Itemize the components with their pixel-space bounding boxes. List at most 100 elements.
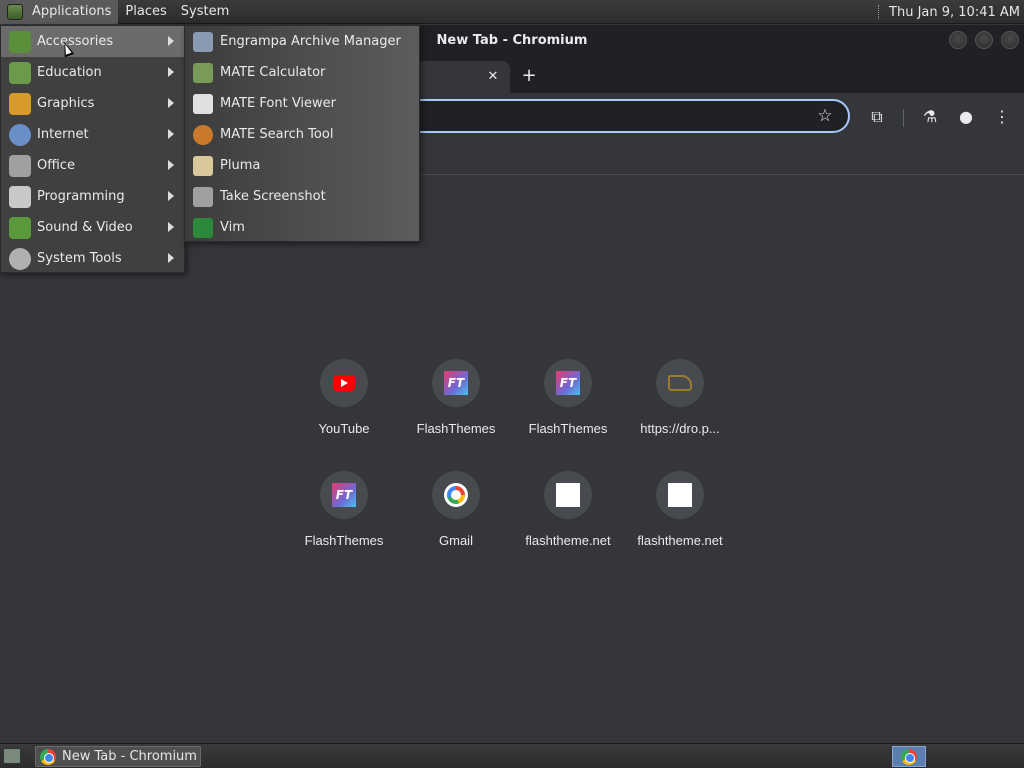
shortcut-label: YouTube xyxy=(318,421,370,436)
shortcut-youtube[interactable]: YouTube xyxy=(288,359,400,459)
menu-item-sound-video[interactable]: Sound & Video xyxy=(1,212,184,243)
shortcut-flashthemes[interactable]: FT FlashThemes xyxy=(288,471,400,571)
menu-item-search-tool[interactable]: MATE Search Tool xyxy=(185,119,419,150)
programming-icon xyxy=(9,185,31,208)
menu-item-calculator[interactable]: MATE Calculator xyxy=(185,57,419,88)
font-viewer-icon xyxy=(193,93,213,114)
menu-item-programming[interactable]: Programming xyxy=(1,181,184,212)
menu-item-label: Programming xyxy=(37,189,125,204)
submenu-arrow-icon xyxy=(168,253,174,263)
submenu-arrow-icon xyxy=(168,129,174,139)
menu-item-education[interactable]: Education xyxy=(1,57,184,88)
flashthemes-icon: FT xyxy=(556,371,580,395)
places-menu-label: Places xyxy=(125,4,167,19)
system-menu-label: System xyxy=(180,4,230,19)
applications-menu-label: Applications xyxy=(32,4,112,19)
taskbar-window-button[interactable]: New Tab - Chromium xyxy=(35,746,201,767)
youtube-icon xyxy=(333,375,355,391)
menu-item-vim[interactable]: Vim xyxy=(185,212,419,243)
new-tab-button[interactable]: + xyxy=(518,66,540,88)
close-window-button[interactable] xyxy=(1001,31,1019,49)
shortcut-label: FlashThemes xyxy=(528,421,608,436)
shoe-icon xyxy=(668,375,692,391)
shortcut-flashthemes[interactable]: FT FlashThemes xyxy=(512,359,624,459)
toolbar-divider xyxy=(903,109,904,127)
minimize-button[interactable] xyxy=(949,31,967,49)
shortcut-label: FlashThemes xyxy=(304,533,384,548)
menu-item-label: Take Screenshot xyxy=(220,189,326,204)
search-tool-magnifier-icon xyxy=(193,124,213,145)
mate-logo-icon xyxy=(7,3,23,20)
menu-item-graphics[interactable]: Graphics xyxy=(1,88,184,119)
show-desktop-icon[interactable] xyxy=(3,748,21,764)
submenu-arrow-icon xyxy=(168,67,174,77)
shortcut-label: flashtheme.net xyxy=(637,533,723,548)
clock[interactable]: Thu Jan 9, 10:41 AM xyxy=(878,0,1020,24)
workspace-switcher[interactable] xyxy=(892,746,926,767)
chromium-icon xyxy=(901,748,917,765)
bookmark-star-icon[interactable]: ☆ xyxy=(816,106,834,126)
graphics-icon xyxy=(9,92,31,115)
extensions-icon[interactable]: ⧉ xyxy=(867,107,887,127)
menu-item-font-viewer[interactable]: MATE Font Viewer xyxy=(185,88,419,119)
menu-item-label: Engrampa Archive Manager xyxy=(220,34,401,49)
shortcut-label: flashtheme.net xyxy=(525,533,611,548)
tab-close-button[interactable]: ✕ xyxy=(484,68,502,86)
menu-item-label: Accessories xyxy=(37,34,114,49)
shortcut-flashtheme-net[interactable]: flashtheme.net xyxy=(512,471,624,571)
labs-flask-icon[interactable]: ⚗ xyxy=(920,107,940,127)
menu-item-engrampa[interactable]: Engrampa Archive Manager xyxy=(185,26,419,57)
flashthemes-icon: FT xyxy=(444,371,468,395)
sound-video-icon xyxy=(9,216,31,239)
submenu-arrow-icon xyxy=(168,222,174,232)
panel-divider xyxy=(878,5,880,19)
menu-item-label: Pluma xyxy=(220,158,261,173)
menu-item-accessories[interactable]: Accessories xyxy=(1,26,184,57)
window-title: New Tab - Chromium xyxy=(436,32,588,48)
maximize-button[interactable] xyxy=(975,31,993,49)
places-menu[interactable]: Places xyxy=(118,0,173,24)
menu-item-office[interactable]: Office xyxy=(1,150,184,181)
applications-dropdown: Accessories Education Graphics Internet … xyxy=(0,25,185,273)
shortcut-dro[interactable]: https://dro.p... xyxy=(624,359,736,459)
menu-item-internet[interactable]: Internet xyxy=(1,119,184,150)
menu-item-label: Sound & Video xyxy=(37,220,133,235)
google-icon xyxy=(444,483,468,507)
menu-item-screenshot[interactable]: Take Screenshot xyxy=(185,181,419,212)
shortcut-label: FlashThemes xyxy=(416,421,496,436)
menu-item-label: MATE Search Tool xyxy=(220,127,334,142)
education-icon xyxy=(9,61,31,84)
menu-item-label: Vim xyxy=(220,220,245,235)
menu-item-label: Graphics xyxy=(37,96,95,111)
flashthemes-icon: FT xyxy=(332,483,356,507)
system-tools-gear-icon xyxy=(9,247,31,270)
menu-item-system-tools[interactable]: System Tools xyxy=(1,243,184,274)
submenu-arrow-icon xyxy=(168,160,174,170)
shortcut-flashthemes[interactable]: FT FlashThemes xyxy=(400,359,512,459)
applications-menu[interactable]: Applications xyxy=(0,0,119,24)
shortcut-gmail[interactable]: Gmail xyxy=(400,471,512,571)
calculator-icon xyxy=(193,62,213,83)
menu-item-label: Education xyxy=(37,65,102,80)
accessories-submenu: Engrampa Archive Manager MATE Calculator… xyxy=(184,25,420,242)
profile-icon[interactable]: ● xyxy=(956,107,976,127)
menu-item-label: MATE Calculator xyxy=(220,65,326,80)
text-editor-icon xyxy=(193,155,213,176)
menu-item-label: Internet xyxy=(37,127,89,142)
screenshot-camera-icon xyxy=(193,186,213,207)
menu-item-label: Office xyxy=(37,158,75,173)
bottom-panel: New Tab - Chromium xyxy=(0,743,1024,768)
office-icon xyxy=(9,154,31,177)
blank-page-icon xyxy=(668,483,692,507)
internet-globe-icon xyxy=(9,123,31,146)
system-menu[interactable]: System xyxy=(174,0,236,24)
submenu-arrow-icon xyxy=(168,36,174,46)
clock-text: Thu Jan 9, 10:41 AM xyxy=(889,4,1020,20)
blank-page-icon xyxy=(556,483,580,507)
menu-item-pluma[interactable]: Pluma xyxy=(185,150,419,181)
submenu-arrow-icon xyxy=(168,98,174,108)
submenu-arrow-icon xyxy=(168,191,174,201)
chromium-icon xyxy=(40,748,56,765)
chrome-menu-icon[interactable]: ⋮ xyxy=(992,107,1012,127)
shortcut-flashtheme-net[interactable]: flashtheme.net xyxy=(624,471,736,571)
